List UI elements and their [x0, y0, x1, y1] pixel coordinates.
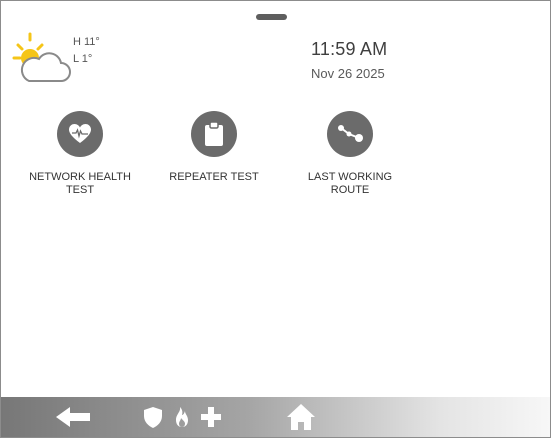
fire-icon — [176, 407, 188, 427]
pull-down-handle[interactable] — [256, 14, 287, 20]
medical-cross-icon — [201, 407, 221, 427]
tile-icon-circle — [327, 111, 373, 157]
police-panic-button[interactable] — [141, 397, 165, 437]
clock-widget: 11:59 AM Nov 26 2025 — [311, 39, 387, 81]
home-icon — [287, 404, 315, 430]
clipboard-icon — [205, 121, 223, 146]
medical-panic-button[interactable] — [199, 397, 223, 437]
current-date: Nov 26 2025 — [311, 66, 385, 81]
route-nodes-icon — [338, 125, 363, 142]
back-arrow-icon — [56, 407, 90, 427]
tile-icon-circle — [191, 111, 237, 157]
bottom-navigation-bar — [1, 397, 550, 437]
tile-icon-circle — [57, 111, 103, 157]
shield-icon — [144, 406, 162, 428]
temperature-low: L 1° — [73, 53, 93, 65]
partly-sunny-icon — [12, 32, 71, 82]
heart-monitor-icon — [69, 124, 91, 143]
fire-panic-button[interactable] — [171, 397, 193, 437]
current-time: 11:59 AM — [311, 39, 388, 59]
network-health-test-button[interactable]: NETWORK HEALTH TEST — [15, 111, 145, 197]
tile-label: NETWORK HEALTH TEST — [29, 171, 131, 196]
tile-label: LAST WORKING ROUTE — [307, 171, 393, 196]
back-button[interactable] — [53, 397, 93, 437]
app-screen: H 11° L 1° 11:59 AM Nov 26 2025 NETWORK … — [0, 0, 551, 438]
weather-widget[interactable]: H 11° L 1° — [9, 31, 109, 91]
repeater-test-button[interactable]: REPEATER TEST — [149, 111, 279, 184]
temperature-high: H 11° — [73, 36, 100, 48]
tile-label: REPEATER TEST — [169, 171, 259, 183]
home-button[interactable] — [283, 397, 319, 437]
last-working-route-button[interactable]: LAST WORKING ROUTE — [285, 111, 415, 197]
